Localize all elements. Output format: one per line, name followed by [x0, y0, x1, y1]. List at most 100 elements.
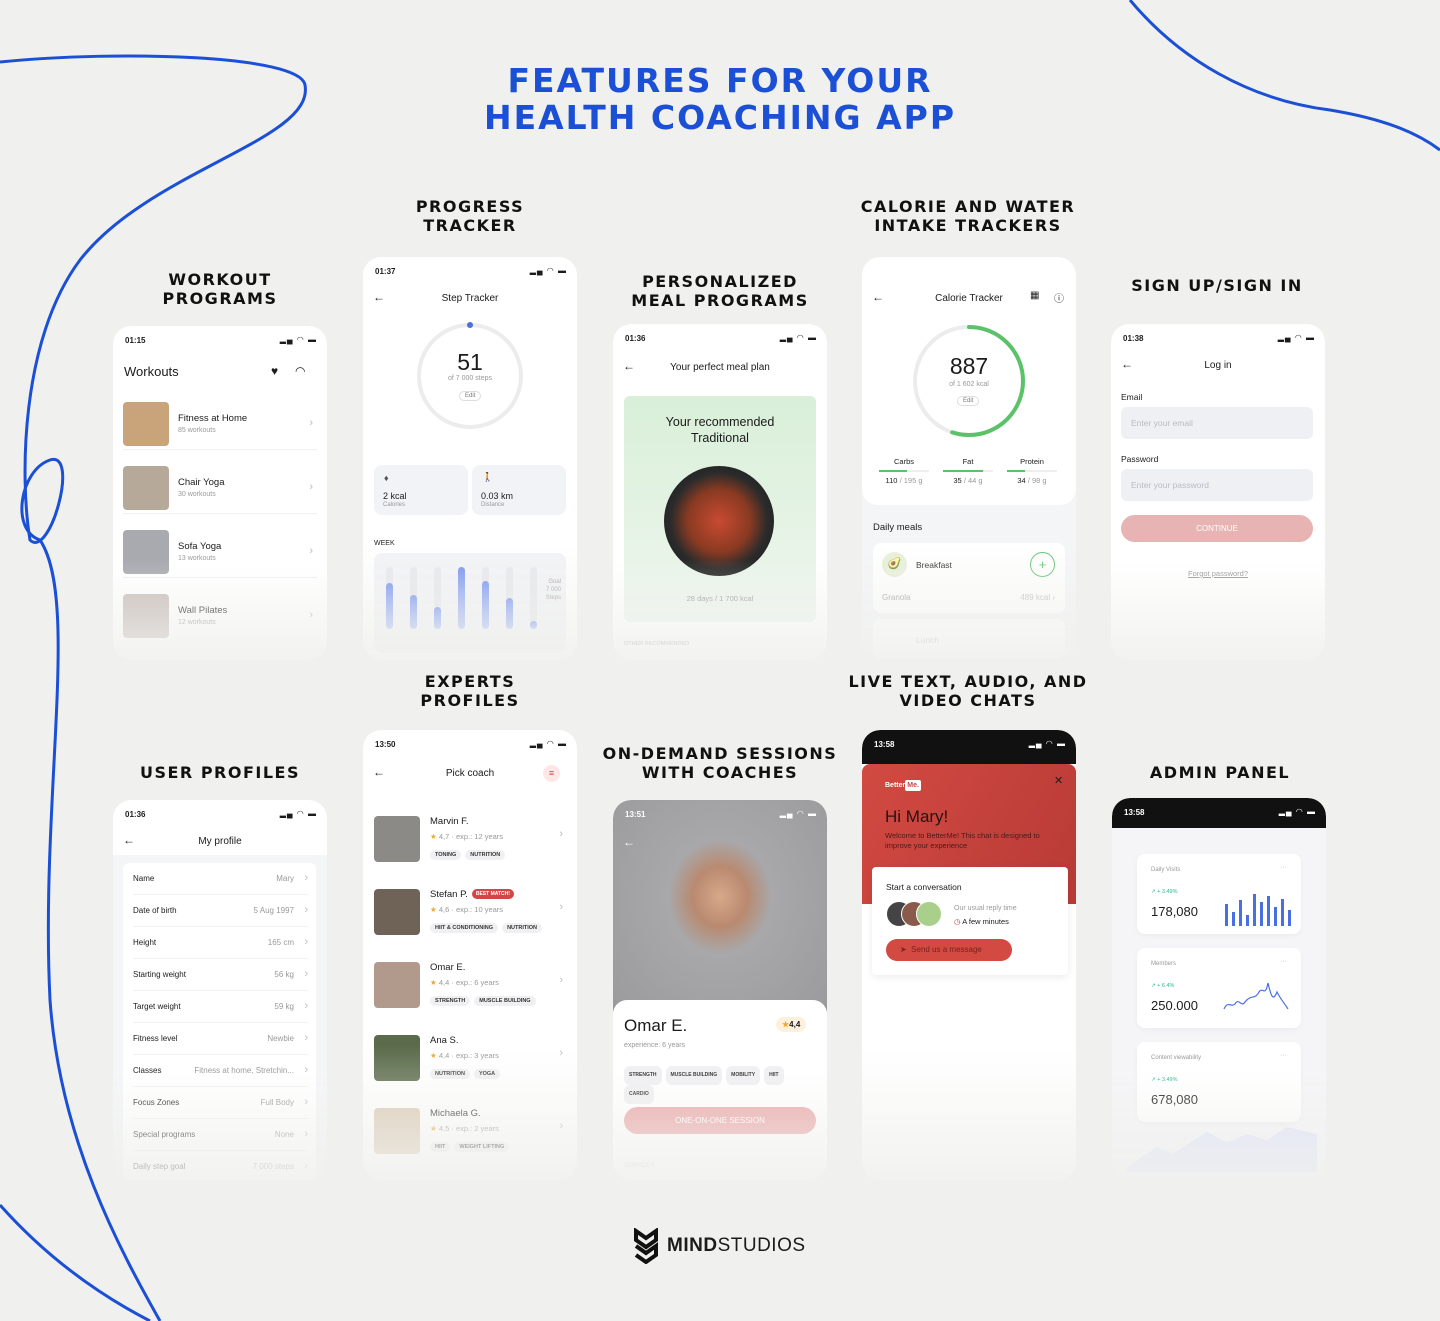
close-icon[interactable]: ✕ [1054, 774, 1063, 787]
section-title-chats: LIVE TEXT, AUDIO, AND VIDEO CHATS [848, 672, 1088, 710]
coach-photo [613, 800, 827, 1015]
coach-name: Omar E. [430, 962, 466, 973]
calorie-goal: of 1 602 kcal [949, 381, 989, 388]
macro-protein: Protein 34 / 98 g [1007, 457, 1057, 485]
workout-item[interactable]: Wall Pilates 12 workouts › [123, 592, 317, 642]
recommended-plan-card[interactable]: Your recommended Traditional 28 days / 1 … [624, 396, 816, 622]
one-on-one-session-button[interactable]: ONE-ON-ONE SESSION [624, 1107, 816, 1134]
coach-item[interactable]: Michaela G. ★ 4,5 · exp.: 2 years HIIT WE… [373, 1104, 567, 1166]
workout-name: Sofa Yoga [178, 541, 222, 552]
profile-row[interactable]: Name Mary › [133, 863, 308, 895]
screen-title: Calorie Tracker [935, 293, 1003, 304]
chevron-right-icon: › [559, 828, 563, 840]
more-icon[interactable]: ··· [1280, 864, 1287, 871]
coach-item[interactable]: Marvin F. ★ 4,7 · exp.: 12 years TONING N… [373, 812, 567, 874]
workout-count: 30 workouts [178, 491, 216, 498]
meal-card-lunch[interactable]: Lunch [873, 619, 1065, 659]
workout-item[interactable]: Sofa Yoga 13 workouts › [123, 528, 317, 578]
tag: NUTRITION [430, 1069, 470, 1079]
add-meal-button[interactable]: + [1030, 552, 1055, 577]
stat-value: 2 kcal [383, 491, 407, 501]
phone-pick-coach: 13:50 ▂▄ ◠ ▬ ← Pick coach ≡ Marvin F. ★ 4… [363, 730, 577, 1180]
edit-button[interactable]: Edit [459, 391, 482, 401]
profile-row[interactable]: Starting weight 56 kg › [133, 959, 308, 991]
coach-name: Michaela G. [430, 1108, 481, 1119]
section-title-meal: PERSONALIZED MEAL PROGRAMS [631, 272, 809, 310]
chevron-right-icon: › [559, 1047, 563, 1059]
section-title-admin: ADMIN PANEL [1149, 763, 1291, 782]
phone-meal-plan: 01:36 ▂▄ ◠ ▬ ← Your perfect meal plan You… [613, 324, 827, 660]
more-icon[interactable]: ··· [1280, 958, 1287, 965]
profile-row[interactable]: Fitness level Newbie › [133, 1023, 308, 1055]
profile-row[interactable]: Focus Zones Full Body › [133, 1087, 308, 1119]
star-icon: ★ [430, 832, 437, 841]
email-field[interactable]: Enter your email [1121, 407, 1313, 439]
phone-coach-session: 13:51 ▂▄ ◠ ▬ ← Omar E. ★4,4 experience: 6… [613, 800, 827, 1180]
status-time: 13:51 [625, 810, 646, 819]
tag: STRENGTH [624, 1066, 662, 1085]
send-message-button[interactable]: ➤ Send us a message [886, 939, 1012, 961]
other-recommended-label: OTHER RECOMMENDED [624, 641, 690, 647]
heart-icon[interactable]: ♥ [271, 364, 278, 378]
profile-row[interactable]: Date of birth 5 Aug 1997 › [133, 895, 308, 927]
visits-bar [1267, 895, 1270, 926]
chat-icon[interactable]: ≡ [543, 765, 560, 782]
back-arrow-icon[interactable]: ← [623, 835, 635, 849]
workout-item[interactable]: Fitness at Home 85 workouts › [123, 400, 317, 450]
info-icon[interactable]: ⓘ [1054, 290, 1064, 305]
visits-bar [1253, 894, 1256, 926]
workout-count: 12 workouts [178, 619, 216, 626]
status-icons: ▂▄ ◠ ▬ [1278, 807, 1316, 816]
edit-button[interactable]: Edit [957, 396, 980, 406]
stat-card-calories: ♦ 2 kcal Calories [374, 465, 468, 515]
status-time: 13:58 [874, 740, 895, 749]
field-value: 59 kg [274, 1002, 294, 1011]
chevron-right-icon: › [304, 1064, 308, 1076]
email-label: Email [1121, 392, 1143, 402]
profile-row[interactable]: Special programs None › [133, 1119, 308, 1151]
profile-row[interactable]: Height 165 cm › [133, 927, 308, 959]
profile-row[interactable]: Classes Fitness at home, Stretchin... › [133, 1055, 308, 1087]
continue-button[interactable]: CONTINUE [1121, 515, 1313, 542]
rainbow-icon[interactable]: ◠ [295, 364, 305, 378]
steps-goal: of 7 000 steps [448, 375, 492, 382]
profile-row[interactable]: Target weight 59 kg › [133, 991, 308, 1023]
section-title-signin: SIGN UP/SIGN IN [1131, 276, 1303, 295]
coach-meta: ★ 4,5 · exp.: 2 years [430, 1124, 499, 1133]
stat-card: Daily Visits ··· ↗ + 3.49% 178,080 [1137, 854, 1301, 934]
plan-info: 28 days / 1 700 kcal [686, 594, 754, 603]
card-value: 250.000 [1151, 998, 1198, 1013]
week-bar [386, 567, 393, 629]
coach-avatar [374, 1035, 420, 1081]
status-time: 01:15 [125, 336, 146, 345]
workout-item[interactable]: Chair Yoga 30 workouts › [123, 464, 317, 514]
coach-item[interactable]: Omar E. ★ 4,4 · exp.: 6 years STRENGTH MU… [373, 958, 567, 1020]
coach-item[interactable]: Stefan P. BEST MATCH! ★ 4,6 · exp.: 10 ye… [373, 885, 567, 947]
status-time: 01:37 [375, 267, 396, 276]
screen-title: Workouts [124, 364, 179, 379]
start-conversation-heading: Start a conversation [886, 882, 962, 892]
meal-item: Granola [882, 593, 911, 602]
field-label: Date of birth [133, 906, 177, 915]
tag: MUSCLE BUILDING [665, 1066, 723, 1085]
section-title-experts: EXPERTS PROFILES [420, 672, 520, 710]
coach-name: Marvin F. [430, 816, 469, 827]
stat-card-distance: 🚶 0.03 km Distance [472, 465, 566, 515]
profile-row[interactable]: Daily step goal 7 000 steps › [133, 1151, 308, 1180]
chevron-right-icon: › [304, 1000, 308, 1012]
password-field[interactable]: Enter your password [1121, 469, 1313, 501]
phone-calorie-tracker: ← Calorie Tracker ▦ ⓘ 887 of 1 602 kcal … [862, 257, 1076, 660]
calendar-icon[interactable]: ▦ [1030, 290, 1039, 301]
workout-thumbnail [123, 530, 169, 574]
field-value: 5 Aug 1997 [253, 906, 294, 915]
star-icon: ★ [430, 905, 437, 914]
card-delta: ↗ + 3.49% [1151, 1077, 1178, 1083]
forgot-password-link[interactable]: Forgot password? [1111, 569, 1325, 578]
section-title-calorie: CALORIE AND WATER INTAKE TRACKERS [860, 197, 1076, 235]
rating-badge: ★4,4 [776, 1017, 807, 1032]
card-label: Members [1151, 961, 1177, 967]
meal-card-breakfast[interactable]: 🥑 Breakfast + Granola 489 kcal › [873, 543, 1065, 613]
week-bar [410, 567, 417, 629]
coach-item[interactable]: Ana S. ★ 4,4 · exp.: 3 years NUTRITION YO… [373, 1031, 567, 1093]
more-icon[interactable]: ··· [1280, 1052, 1287, 1059]
